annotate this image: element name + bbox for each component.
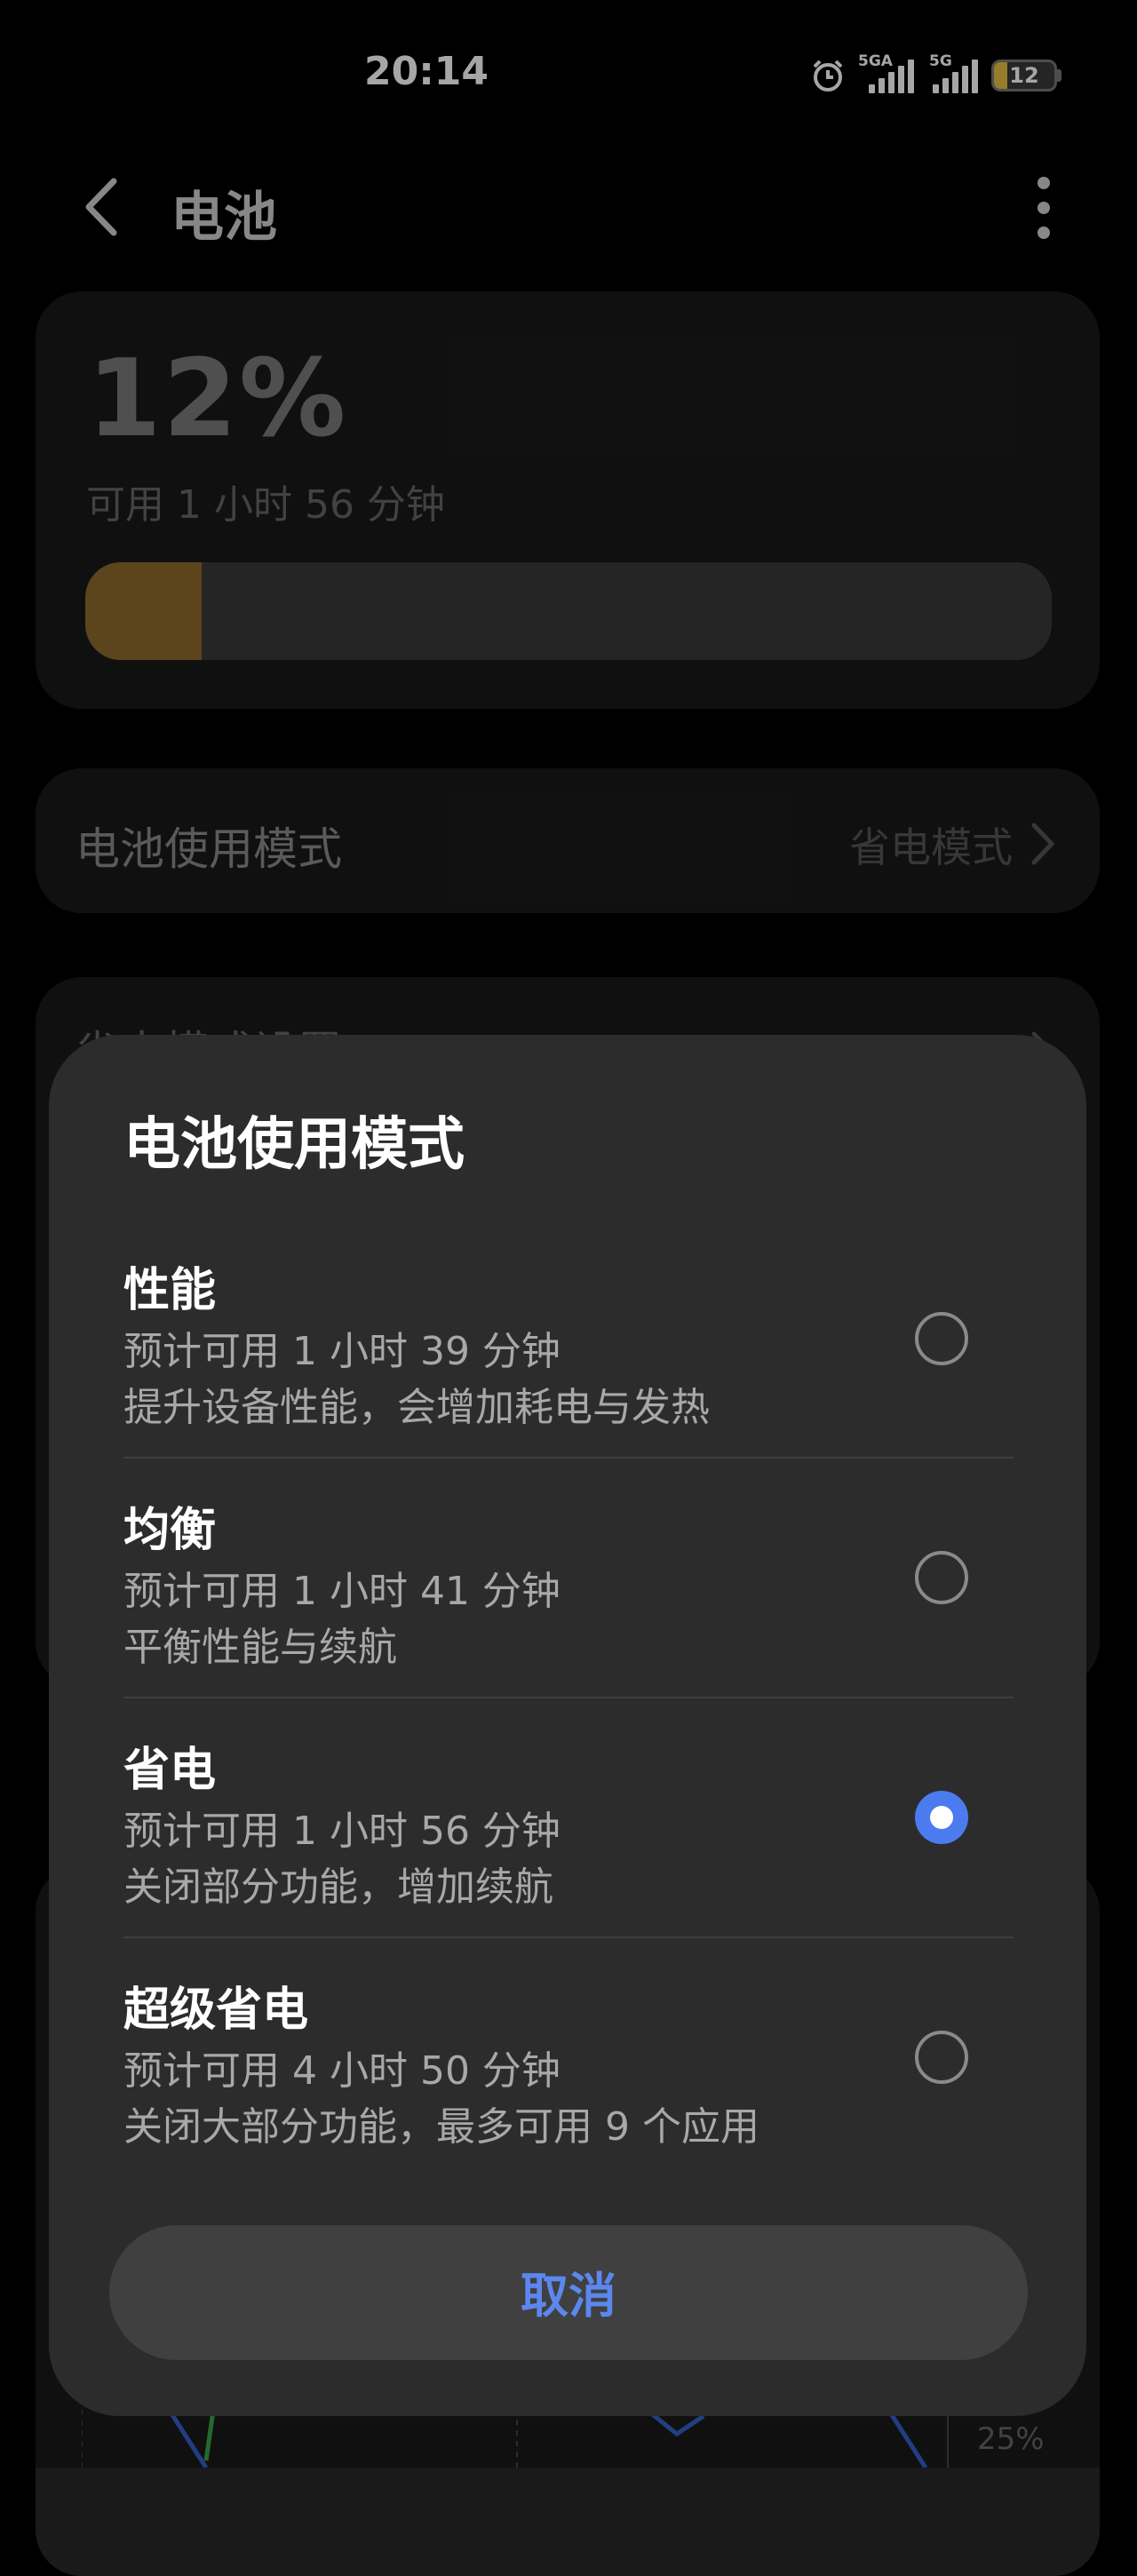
option-balanced-desc: 平衡性能与续航 — [123, 1625, 397, 1670]
option-super-power-saving-radio[interactable] — [915, 2031, 968, 2084]
option-super-power-saving-estimate: 预计可用 4 小时 50 分钟 — [123, 2048, 561, 2094]
battery-mode-dialog — [49, 1035, 1086, 2416]
dialog-title: 电池使用模式 — [123, 1112, 465, 1178]
divider — [123, 1457, 1014, 1459]
option-performance-radio[interactable] — [915, 1312, 968, 1365]
option-super-power-saving-name: 超级省电 — [123, 1984, 309, 2037]
divider — [123, 1697, 1014, 1698]
option-performance-desc: 提升设备性能，会增加耗电与发热 — [123, 1385, 710, 1430]
option-performance-estimate: 预计可用 1 小时 39 分钟 — [123, 1329, 561, 1374]
option-balanced-name: 均衡 — [123, 1504, 217, 1557]
option-super-power-saving-desc: 关闭大部分功能，最多可用 9 个应用 — [123, 2104, 759, 2150]
option-power-saving-estimate: 预计可用 1 小时 56 分钟 — [123, 1809, 561, 1854]
option-power-saving-name: 省电 — [123, 1744, 217, 1797]
divider — [123, 1936, 1014, 1938]
cancel-button-label: 取消 — [521, 2268, 616, 2324]
option-balanced-radio[interactable] — [915, 1551, 968, 1604]
option-performance-name: 性能 — [123, 1264, 217, 1317]
option-balanced-estimate: 预计可用 1 小时 41 分钟 — [123, 1569, 561, 1614]
option-power-saving-desc: 关闭部分功能，增加续航 — [123, 1864, 553, 1910]
option-power-saving-radio[interactable] — [915, 1791, 968, 1844]
